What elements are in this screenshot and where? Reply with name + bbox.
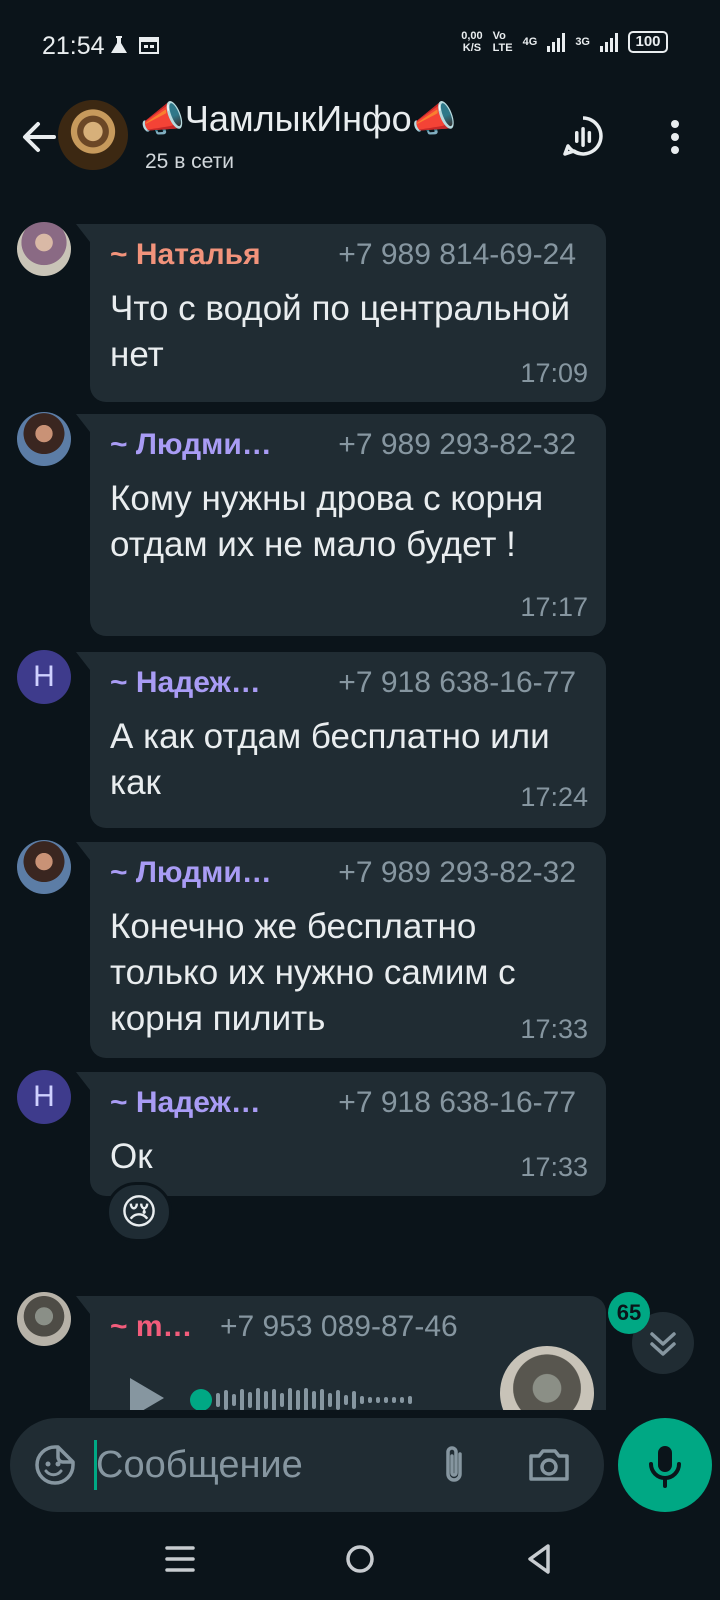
- message-text: Кому нужны дрова с корня отдам их не мал…: [110, 479, 544, 564]
- online-count: 25 в сети: [145, 150, 235, 173]
- sender-name[interactable]: ~ Надеж…: [110, 666, 261, 700]
- attach-icon[interactable]: [430, 1440, 480, 1490]
- message-text: Конечно же бесплатно только их нужно сам…: [110, 907, 516, 1038]
- calendar-icon: [139, 37, 159, 54]
- sender-name[interactable]: ~ Людми…: [110, 428, 272, 462]
- sticker-icon[interactable]: [30, 1440, 80, 1490]
- sender-avatar[interactable]: [17, 1292, 71, 1346]
- message-bubble[interactable]: ~ Людми… +7 989 293-82-32 Кому нужны дро…: [76, 414, 606, 636]
- back-arrow-icon[interactable]: [14, 112, 64, 162]
- camera-icon[interactable]: [524, 1440, 574, 1490]
- message-time: 17:17: [520, 592, 588, 622]
- chat-header: 📣ЧамлыкИнфо📣 25 в сети: [0, 90, 720, 190]
- battery-icon: 100: [628, 31, 668, 53]
- message-time: 17:33: [520, 1152, 588, 1182]
- mic-icon: [649, 1446, 681, 1488]
- sender-avatar[interactable]: Н: [17, 1070, 71, 1124]
- message-list[interactable]: ~ Наталья +7 989 814-69-24 Что с водой п…: [0, 190, 720, 1410]
- play-icon[interactable]: [130, 1378, 164, 1410]
- unread-count-badge: 65: [608, 1292, 650, 1334]
- signal-bars-icon: [600, 32, 618, 52]
- flask-icon: [111, 36, 127, 53]
- mic-button[interactable]: [618, 1418, 712, 1512]
- message-input[interactable]: [96, 1438, 426, 1492]
- message-time: 17:33: [520, 1014, 588, 1044]
- sender-phone: +7 989 293-82-32: [338, 428, 576, 461]
- message-text: Что с водой по центральной нет: [110, 289, 570, 374]
- sender-name[interactable]: ~ Наталья: [110, 238, 261, 272]
- sender-phone: +7 989 293-82-32: [338, 856, 576, 889]
- message-text: Ок: [110, 1137, 153, 1176]
- system-nav-bar: [0, 1520, 720, 1600]
- sender-avatar[interactable]: Н: [17, 650, 71, 704]
- status-bar: 21:54 0,00 K/S Vo LTE 4G 3G 100: [0, 0, 720, 90]
- sender-avatar[interactable]: [17, 222, 71, 276]
- volte-indicator: Vo LTE: [492, 30, 513, 54]
- sender-phone: +7 989 814-69-24: [338, 238, 576, 271]
- home-icon[interactable]: [335, 1534, 385, 1584]
- message-time: 17:24: [520, 782, 588, 812]
- sender-phone: +7 918 638-16-77: [338, 666, 576, 699]
- signal-bars-icon: [547, 32, 566, 52]
- message-bubble[interactable]: ~ Надеж… +7 918 638-16-77 А как отдам бе…: [76, 652, 606, 828]
- more-vertical-icon[interactable]: [650, 112, 700, 162]
- voice-message-bubble[interactable]: ~ m… +7 953 089-87-46: [76, 1296, 606, 1410]
- sender-avatar[interactable]: [17, 412, 71, 466]
- message-bubble[interactable]: ~ Надеж… +7 918 638-16-77 Ок 17:33: [76, 1072, 606, 1196]
- voice-waveform[interactable]: [190, 1388, 412, 1410]
- group-avatar[interactable]: [58, 100, 128, 170]
- message-text: А как отдам бесплатно или как: [110, 717, 550, 802]
- back-nav-icon[interactable]: [515, 1534, 565, 1584]
- group-title[interactable]: 📣ЧамлыкИнфо📣: [140, 98, 456, 140]
- sender-phone: +7 953 089-87-46: [220, 1310, 458, 1343]
- recent-apps-icon[interactable]: [155, 1534, 205, 1584]
- network-speed: 0,00 K/S: [461, 30, 483, 54]
- message-composer: [10, 1418, 604, 1512]
- reaction-badge[interactable]: 😢: [106, 1182, 172, 1242]
- message-time: 17:09: [520, 358, 588, 388]
- sender-phone: +7 918 638-16-77: [338, 1086, 576, 1119]
- voice-sender-avatar: [500, 1346, 594, 1410]
- message-bubble[interactable]: ~ Людми… +7 989 293-82-32 Конечно же бес…: [76, 842, 606, 1058]
- voice-chat-icon[interactable]: [558, 112, 608, 162]
- sender-name[interactable]: ~ Людми…: [110, 856, 272, 890]
- status-time: 21:54: [42, 32, 105, 60]
- sender-avatar[interactable]: [17, 840, 71, 894]
- sender-name[interactable]: ~ Надеж…: [110, 1086, 261, 1120]
- message-bubble[interactable]: ~ Наталья +7 989 814-69-24 Что с водой п…: [76, 224, 606, 402]
- sender-name[interactable]: ~ m…: [110, 1310, 193, 1344]
